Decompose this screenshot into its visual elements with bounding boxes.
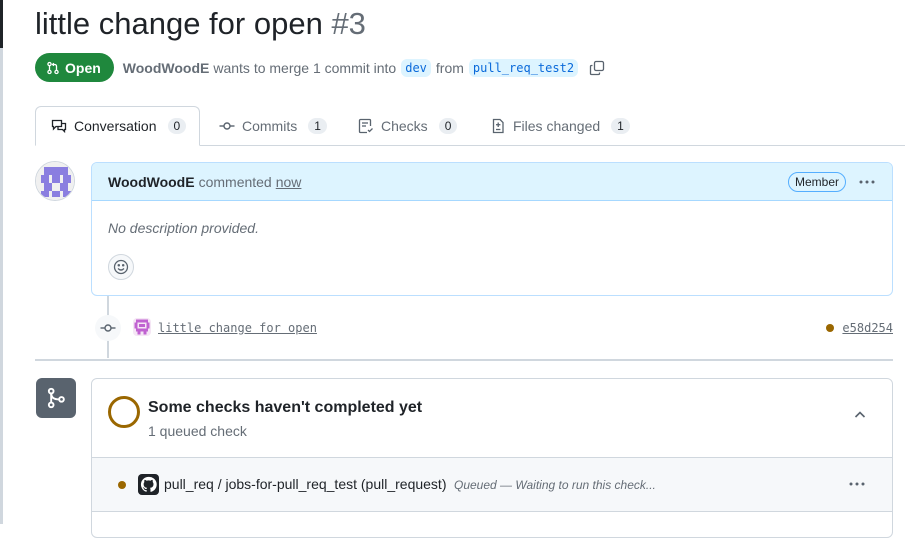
- kebab-horizontal-icon: [859, 180, 875, 183]
- window-edge: [0, 0, 3, 524]
- tab-label: Files changed: [513, 118, 601, 134]
- tab-label: Checks: [381, 118, 428, 134]
- tab-counter: 1: [611, 118, 630, 134]
- merge-status-icon: [36, 378, 76, 418]
- pending-ring-icon: [108, 396, 140, 428]
- comment-action: commented: [198, 173, 272, 190]
- queued-status-dot: [118, 481, 126, 489]
- check-name[interactable]: pull_req / jobs-for-pull_req_test (pull_…: [164, 476, 446, 492]
- tab-files-changed[interactable]: Files changed 1: [490, 106, 630, 146]
- kebab-horizontal-icon: [849, 482, 865, 486]
- pr-meta: Open WoodWoodE wants to merge 1 commit i…: [35, 53, 605, 82]
- collapse-checks-button[interactable]: [852, 407, 868, 428]
- pr-tabs: Conversation 0 Commits 1 Checks 0 Files …: [35, 106, 905, 146]
- comment-header: WoodWoodE commented now Member: [92, 163, 892, 201]
- check-status: Queued — Waiting to run this check...: [454, 478, 656, 492]
- checklist-icon: [358, 118, 373, 134]
- tab-counter: 0: [438, 118, 458, 134]
- copy-icon: [589, 60, 605, 75]
- base-branch[interactable]: dev: [401, 58, 431, 77]
- comment-options-button[interactable]: [858, 174, 876, 190]
- pr-author-link[interactable]: WoodWoodE: [123, 60, 210, 76]
- checks-subtitle: 1 queued check: [148, 423, 247, 439]
- commit-sha-link[interactable]: e58d254: [842, 321, 893, 335]
- tab-checks[interactable]: Checks 0: [358, 106, 458, 146]
- pr-title: little change for open: [35, 6, 323, 41]
- commit-sha: e58d254: [826, 321, 893, 335]
- file-diff-icon: [492, 118, 504, 134]
- commit-author-avatar[interactable]: [133, 318, 151, 336]
- chevron-up-icon: [854, 411, 866, 418]
- tab-counter: 1: [308, 118, 327, 134]
- check-options-button[interactable]: [848, 476, 866, 492]
- tab-label: Conversation: [74, 118, 157, 134]
- tab-conversation[interactable]: Conversation 0: [35, 106, 200, 146]
- tab-commits[interactable]: Commits 1: [219, 106, 327, 146]
- checks-title: Some checks haven't completed yet: [148, 399, 423, 416]
- checks-header: Some checks haven't completed yet 1 queu…: [92, 379, 892, 458]
- comment-discussion-icon: [51, 119, 67, 134]
- commit-node: [95, 315, 121, 341]
- commit-message-link[interactable]: little change for open: [158, 321, 317, 335]
- tab-counter: 0: [167, 118, 187, 134]
- add-reaction-button[interactable]: [108, 254, 134, 280]
- checks-panel: Some checks haven't completed yet 1 queu…: [91, 378, 893, 538]
- avatar[interactable]: [35, 161, 75, 201]
- status-badge: Open: [35, 53, 114, 82]
- comment-author[interactable]: WoodWoodE: [108, 174, 195, 190]
- from-text: from: [435, 59, 464, 76]
- check-row[interactable]: pull_req / jobs-for-pull_req_test (pull_…: [92, 458, 892, 512]
- git-pull-request-icon: [47, 61, 59, 74]
- head-branch[interactable]: pull_req_test2: [468, 58, 579, 77]
- smiley-icon: [113, 259, 129, 275]
- comment-timestamp[interactable]: now: [276, 174, 302, 190]
- git-commit-icon: [100, 324, 116, 332]
- status-label: Open: [65, 59, 101, 76]
- copy-branch-button[interactable]: [589, 60, 605, 76]
- merge-text: wants to merge 1 commit into: [213, 59, 397, 76]
- git-merge-icon: [47, 387, 65, 409]
- comment-box: WoodWoodE commented now Member No descri…: [91, 162, 893, 296]
- pr-number: #3: [331, 6, 366, 41]
- github-actions-icon: [138, 474, 159, 495]
- page-title: little change for open #3: [35, 6, 366, 42]
- tab-label: Commits: [242, 118, 298, 134]
- git-commit-icon: [219, 122, 235, 130]
- comment-body: No description provided.: [108, 220, 259, 236]
- pending-status-dot[interactable]: [826, 324, 835, 332]
- role-badge: Member: [787, 171, 846, 192]
- timeline-divider: [35, 359, 893, 361]
